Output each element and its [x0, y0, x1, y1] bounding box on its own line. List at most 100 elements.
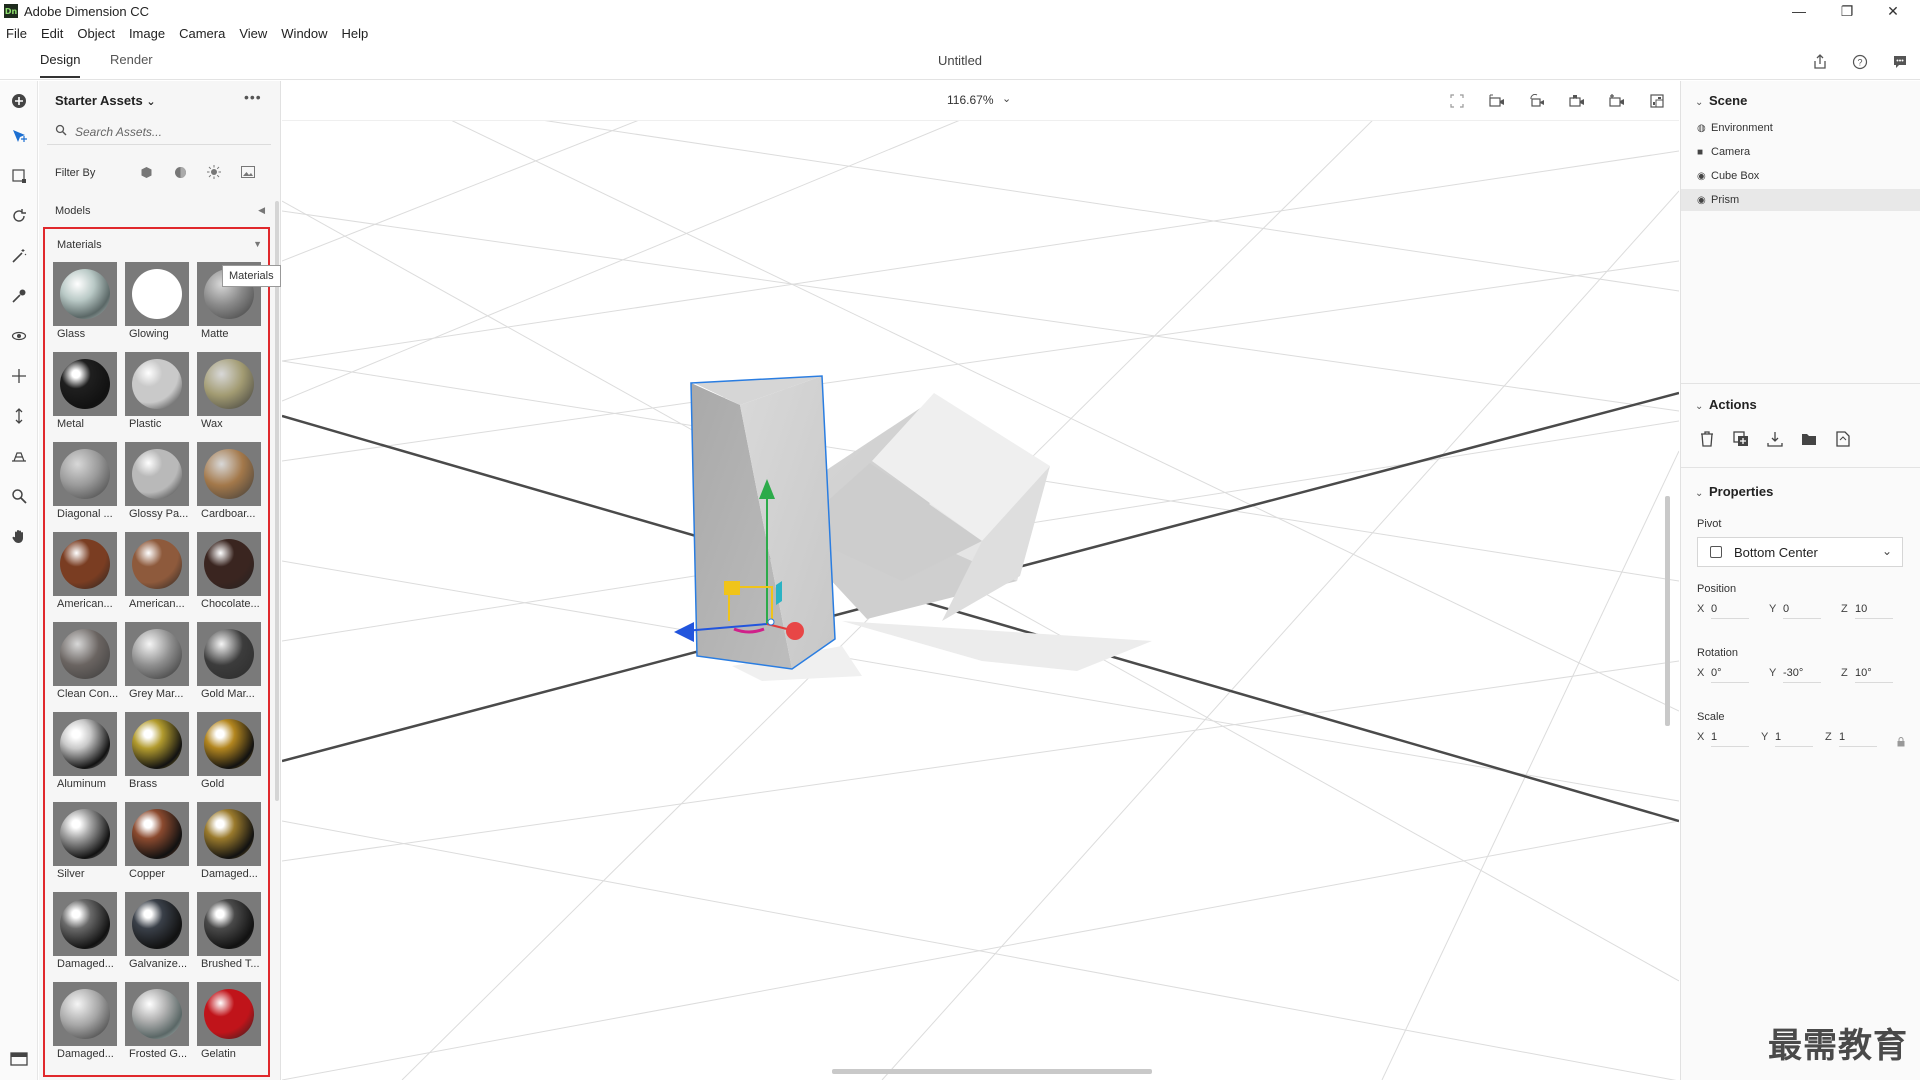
menu-file[interactable]: File	[0, 26, 35, 41]
duplicate-icon[interactable]	[1731, 429, 1751, 449]
material-tile[interactable]: Brushed T...	[197, 892, 261, 974]
search-input[interactable]	[75, 122, 265, 142]
feedback-icon[interactable]	[1890, 52, 1910, 72]
viewport-canvas[interactable]: 116.67% ⌄	[282, 81, 1679, 1080]
assets-scrollbar[interactable]	[275, 201, 279, 801]
material-tile[interactable]: Gold Mar...	[197, 622, 261, 704]
menu-view[interactable]: View	[233, 26, 275, 41]
material-tile[interactable]: Glowing	[125, 262, 189, 344]
material-tile[interactable]: Grey Mar...	[125, 622, 189, 704]
properties-section-header[interactable]: ⌄ Properties	[1695, 484, 1773, 499]
scene-item-environment[interactable]: ◍ Environment	[1681, 117, 1920, 139]
material-tile[interactable]: Glossy Pa...	[125, 442, 189, 524]
chevron-down-icon[interactable]: ⌄	[1002, 92, 1011, 105]
material-tile[interactable]: Diagonal ...	[53, 442, 117, 524]
material-tile[interactable]: Cardboar...	[197, 442, 261, 524]
rotation-x-field[interactable]: X 0°	[1697, 667, 1749, 687]
material-tile[interactable]: Gold	[197, 712, 261, 794]
menu-window[interactable]: Window	[275, 26, 335, 41]
image-filter-icon[interactable]	[239, 163, 257, 181]
scene-item-cube-box[interactable]: ◉ Cube Box	[1681, 165, 1920, 187]
material-tile[interactable]: Glass	[53, 262, 117, 344]
position-y-field[interactable]: Y0	[1769, 603, 1821, 623]
maximize-button[interactable]: ❐	[1824, 0, 1870, 22]
material-tile[interactable]: Plastic	[125, 352, 189, 434]
material-tile[interactable]: Chocolate...	[197, 532, 261, 614]
material-tile[interactable]: American...	[125, 532, 189, 614]
share-icon[interactable]	[1810, 52, 1830, 72]
pivot-select[interactable]: Bottom Center ⌄	[1697, 537, 1903, 567]
material-tile[interactable]: Damaged...	[53, 982, 117, 1064]
dolly-icon[interactable]	[8, 405, 30, 427]
material-tile[interactable]: Wax	[197, 352, 261, 434]
rotate-icon[interactable]	[8, 205, 30, 227]
help-icon[interactable]: ?	[1850, 52, 1870, 72]
scale-x-field[interactable]: X1	[1697, 731, 1749, 751]
camera-add-icon[interactable]	[1607, 91, 1627, 111]
material-tile[interactable]: Damaged...	[197, 802, 261, 884]
model-filter-icon[interactable]	[137, 163, 155, 181]
materials-section-header[interactable]: Materials	[57, 239, 102, 251]
scene-section-header[interactable]: ⌄ Scene	[1695, 93, 1747, 108]
transform-icon[interactable]	[8, 165, 30, 187]
scene-item-camera[interactable]: ■ Camera	[1681, 141, 1920, 163]
material-tile[interactable]: Copper	[125, 802, 189, 884]
camera-rotate-icon[interactable]	[1527, 91, 1547, 111]
menu-camera[interactable]: Camera	[173, 26, 233, 41]
rotation-z-field[interactable]: Z 10°	[1841, 667, 1893, 687]
models-section-header[interactable]: Models ◀	[55, 205, 265, 217]
add-icon[interactable]	[8, 90, 30, 112]
3d-scene[interactable]	[282, 121, 1679, 1080]
position-x-field[interactable]: X0	[1697, 603, 1749, 623]
hand-icon[interactable]	[8, 525, 30, 547]
camera-fit-icon[interactable]	[1487, 91, 1507, 111]
lock-icon[interactable]	[1897, 737, 1905, 750]
zoom-level[interactable]: 116.67%	[947, 93, 993, 107]
position-z-field[interactable]: Z 10	[1841, 603, 1893, 623]
pan-icon[interactable]	[8, 365, 30, 387]
menu-object[interactable]: Object	[71, 26, 123, 41]
panel-toggle-icon[interactable]	[8, 1050, 30, 1068]
orbit-icon[interactable]	[8, 325, 30, 347]
drop-to-ground-icon[interactable]	[1765, 429, 1785, 449]
more-options-icon[interactable]: •••	[244, 89, 262, 105]
light-filter-icon[interactable]	[205, 163, 223, 181]
render-preview-icon[interactable]	[1647, 91, 1667, 111]
select-icon[interactable]	[8, 125, 30, 147]
material-filter-icon[interactable]	[171, 163, 189, 181]
material-tile[interactable]: American...	[53, 532, 117, 614]
material-tile[interactable]: Frosted G...	[125, 982, 189, 1064]
material-tile[interactable]: Metal	[53, 352, 117, 434]
menu-image[interactable]: Image	[123, 26, 173, 41]
actions-section-header[interactable]: ⌄ Actions	[1695, 397, 1757, 412]
export-icon[interactable]	[1833, 429, 1853, 449]
camera-bookmark-icon[interactable]	[1567, 91, 1587, 111]
material-tile[interactable]: Aluminum	[53, 712, 117, 794]
material-tile[interactable]: Damaged...	[53, 892, 117, 974]
magic-wand-icon[interactable]	[8, 245, 30, 267]
material-tile[interactable]: Galvanize...	[125, 892, 189, 974]
frame-icon[interactable]	[1447, 91, 1467, 111]
material-tile[interactable]: Brass	[125, 712, 189, 794]
minimize-button[interactable]: —	[1776, 0, 1822, 22]
delete-icon[interactable]	[1697, 429, 1717, 449]
zoom-icon[interactable]	[8, 485, 30, 507]
tab-design[interactable]: Design	[40, 52, 81, 78]
menu-edit[interactable]: Edit	[35, 26, 71, 41]
scale-z-field[interactable]: Z1	[1825, 731, 1877, 751]
material-tile[interactable]: Silver	[53, 802, 117, 884]
close-button[interactable]: ✕	[1870, 0, 1916, 22]
scale-y-field[interactable]: Y1	[1761, 731, 1813, 751]
tab-render[interactable]: Render	[110, 52, 153, 78]
rotation-y-field[interactable]: Y -30°	[1769, 667, 1821, 687]
eyedropper-icon[interactable]	[8, 285, 30, 307]
viewport-horizontal-scrollbar[interactable]	[832, 1069, 1152, 1074]
menu-help[interactable]: Help	[336, 26, 377, 41]
scene-item-prism[interactable]: ◉ Prism	[1681, 189, 1920, 211]
material-tile[interactable]: Clean Con...	[53, 622, 118, 704]
assets-library-dropdown[interactable]: Starter Assets ⌄	[55, 93, 156, 108]
group-icon[interactable]	[1799, 429, 1819, 449]
viewport-vertical-scrollbar[interactable]	[1665, 496, 1670, 726]
material-tile[interactable]: Gelatin	[197, 982, 261, 1064]
horizon-icon[interactable]	[8, 445, 30, 467]
